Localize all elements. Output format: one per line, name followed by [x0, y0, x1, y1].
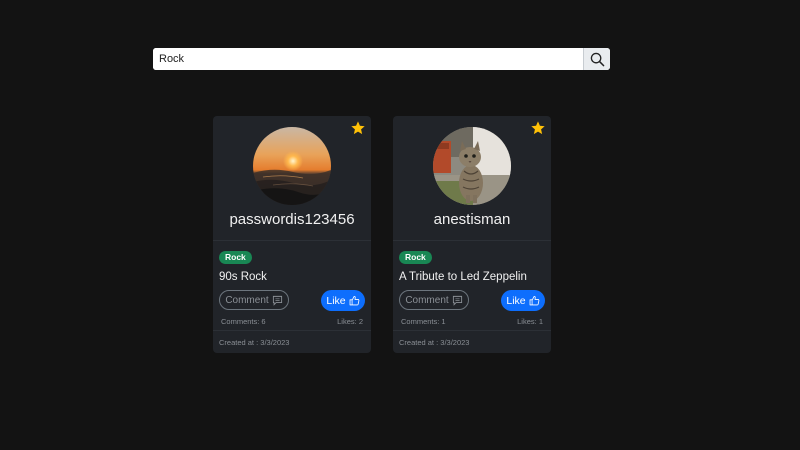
username: passwordis123456: [229, 211, 355, 228]
post-card: anestisman Rock A Tribute to Led Zeppeli…: [393, 116, 551, 353]
created-date: Created at : 3/3/2023: [219, 338, 290, 347]
search-icon: [590, 52, 604, 66]
star-icon[interactable]: [530, 120, 546, 136]
comment-button[interactable]: Comment: [219, 290, 289, 310]
like-button[interactable]: Like: [501, 290, 545, 311]
avatar: [433, 127, 511, 205]
username: anestisman: [433, 211, 511, 228]
divider: [213, 240, 371, 241]
post-title: 90s Rock: [219, 271, 267, 283]
like-label: Like: [506, 294, 526, 307]
sunset-ocean-photo: [253, 127, 331, 205]
search-button[interactable]: [583, 48, 610, 70]
search-bar: [153, 48, 610, 70]
divider: [393, 240, 551, 241]
thumbs-up-icon: [349, 295, 359, 306]
thumbs-up-icon: [529, 295, 539, 306]
comment-button[interactable]: Comment: [399, 290, 469, 310]
divider: [213, 330, 371, 331]
post-card: passwordis123456 Rock 90s Rock Comment L…: [213, 116, 371, 353]
search-input[interactable]: [153, 48, 583, 70]
comments-count: Comments: 6: [221, 317, 266, 326]
like-label: Like: [326, 294, 346, 307]
like-button[interactable]: Like: [321, 290, 365, 311]
chat-icon: [272, 295, 282, 306]
chat-icon: [452, 295, 462, 306]
divider: [393, 330, 551, 331]
comment-label: Comment: [225, 294, 269, 306]
post-title: A Tribute to Led Zeppelin: [399, 271, 527, 283]
cat-photo: [433, 127, 511, 205]
likes-count: Likes: 1: [517, 317, 543, 326]
comment-label: Comment: [405, 294, 449, 306]
genre-badge: Rock: [399, 251, 432, 264]
likes-count: Likes: 2: [337, 317, 363, 326]
genre-badge: Rock: [219, 251, 252, 264]
page: passwordis123456 Rock 90s Rock Comment L…: [0, 0, 800, 450]
avatar: [253, 127, 331, 205]
comments-count: Comments: 1: [401, 317, 446, 326]
created-date: Created at : 3/3/2023: [399, 338, 470, 347]
star-icon[interactable]: [350, 120, 366, 136]
